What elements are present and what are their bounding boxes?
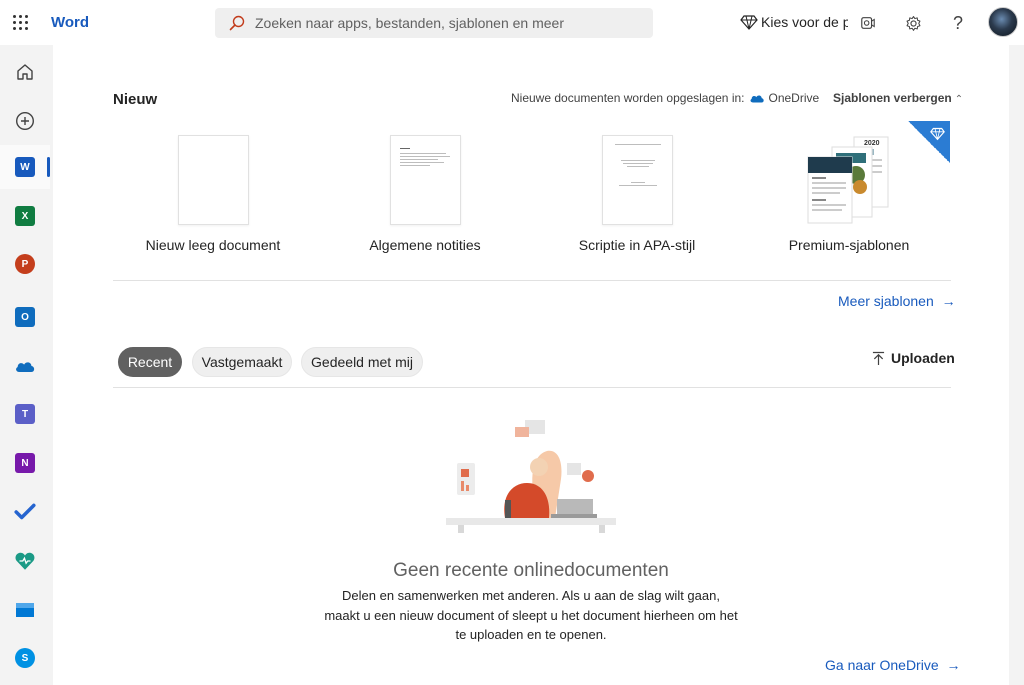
- teams-icon: T: [15, 404, 35, 424]
- waffle-icon: [12, 15, 28, 30]
- divider: [113, 387, 951, 388]
- app-name[interactable]: Word: [51, 14, 211, 31]
- rail-item-skype[interactable]: S: [0, 636, 50, 680]
- active-indicator: [47, 157, 50, 177]
- camera-icon[interactable]: [857, 12, 879, 34]
- search-box[interactable]: Zoeken naar apps, bestanden, sjablonen e…: [215, 8, 653, 38]
- app-rail: W X P O T N S: [0, 45, 50, 685]
- help-icon[interactable]: ?: [947, 12, 969, 34]
- template-label: Scriptie in APA-stijl: [578, 237, 696, 253]
- divider: [113, 280, 951, 281]
- top-bar: Word Zoeken naar apps, bestanden, sjablo…: [0, 0, 1024, 45]
- save-location-note: Nieuwe documenten worden opgeslagen in: …: [511, 91, 819, 105]
- rail-item-home[interactable]: [0, 50, 50, 94]
- template-thumbnail: [178, 135, 249, 225]
- hide-templates-button[interactable]: Sjablonen verbergen ⌃: [833, 91, 963, 105]
- template-thumbnail: [390, 135, 461, 225]
- tab-shared-with-me[interactable]: Gedeeld met mij: [301, 347, 423, 377]
- rail-item-store[interactable]: [0, 588, 50, 632]
- empty-state-description: Delen en samenwerken met anderen. Als u …: [324, 588, 738, 642]
- premium-template-thumbnail: 2020: [807, 136, 889, 224]
- rail-item-family-safety[interactable]: [0, 539, 50, 583]
- upload-icon: [872, 351, 885, 365]
- template-general-notes[interactable]: Algemene notities: [335, 133, 515, 263]
- search-input[interactable]: Zoeken naar apps, bestanden, sjablonen e…: [255, 15, 564, 31]
- onenote-icon: N: [15, 453, 35, 473]
- rail-item-create[interactable]: [0, 99, 50, 143]
- arrow-right-icon: →: [946, 657, 961, 673]
- save-note-text: Nieuwe documenten worden opgeslagen in:: [511, 91, 745, 105]
- more-templates-link[interactable]: Meer sjablonen →: [838, 293, 956, 309]
- onedrive-icon: [749, 93, 765, 104]
- rail-item-todo[interactable]: [0, 490, 50, 534]
- skype-icon: S: [15, 648, 35, 668]
- store-icon: [16, 603, 34, 617]
- template-thumbnail: [602, 135, 673, 225]
- rail-item-excel[interactable]: X: [0, 194, 50, 238]
- more-templates-label: Meer sjablonen: [838, 293, 934, 309]
- template-label: Nieuw leeg document: [145, 237, 281, 253]
- go-to-onedrive-link[interactable]: Ga naar OneDrive →: [825, 657, 961, 673]
- empty-state-title: Geen recente onlinedocumenten: [393, 560, 669, 581]
- premium-button[interactable]: Kies voor de premium: [740, 13, 848, 31]
- search-icon: [229, 15, 245, 31]
- outlook-icon: O: [15, 307, 35, 327]
- save-location-link[interactable]: OneDrive: [769, 91, 820, 105]
- hide-templates-label: Sjablonen verbergen: [833, 91, 952, 105]
- word-icon: W: [15, 157, 35, 177]
- rail-item-onenote[interactable]: N: [0, 441, 50, 485]
- template-label: Premium-sjablonen: [788, 237, 910, 253]
- rail-item-powerpoint[interactable]: P: [0, 242, 50, 286]
- app-launcher-button[interactable]: [0, 0, 40, 45]
- rail-item-onedrive[interactable]: [0, 344, 50, 388]
- todo-icon: [14, 503, 36, 520]
- rail-item-teams[interactable]: T: [0, 392, 50, 436]
- excel-icon: X: [15, 206, 35, 226]
- plus-circle-icon: [15, 111, 35, 131]
- premium-label: Kies voor de premium: [761, 14, 848, 30]
- new-section-title: Nieuw: [113, 91, 158, 108]
- rail-item-outlook[interactable]: O: [0, 295, 50, 339]
- tab-recent[interactable]: Recent: [118, 347, 182, 377]
- template-apa-thesis[interactable]: Scriptie in APA-stijl: [547, 133, 727, 263]
- gear-icon[interactable]: [902, 12, 924, 34]
- chevron-up-icon: ⌃: [954, 94, 964, 105]
- upload-label: Uploaden: [891, 350, 955, 366]
- go-onedrive-label: Ga naar OneDrive: [825, 657, 939, 673]
- powerpoint-icon: P: [15, 254, 35, 274]
- empty-state-illustration: [446, 420, 616, 533]
- home-icon: [17, 64, 33, 80]
- onedrive-icon: [16, 361, 35, 372]
- diamond-icon: [930, 127, 945, 141]
- diamond-icon: [740, 15, 758, 30]
- tab-pinned[interactable]: Vastgemaakt: [192, 347, 292, 377]
- upload-button[interactable]: Uploaden: [872, 350, 955, 366]
- avatar[interactable]: [988, 7, 1018, 37]
- premium-corner-badge: [908, 121, 950, 163]
- template-blank-document[interactable]: Nieuw leeg document: [123, 133, 303, 263]
- heart-icon: [15, 552, 35, 570]
- main-panel: Nieuw Nieuwe documenten worden opgeslage…: [53, 45, 1009, 685]
- arrow-right-icon: →: [941, 293, 956, 309]
- template-label: Algemene notities: [369, 237, 481, 253]
- rail-item-word[interactable]: W: [0, 145, 50, 189]
- premium-year: 2020: [864, 140, 880, 147]
